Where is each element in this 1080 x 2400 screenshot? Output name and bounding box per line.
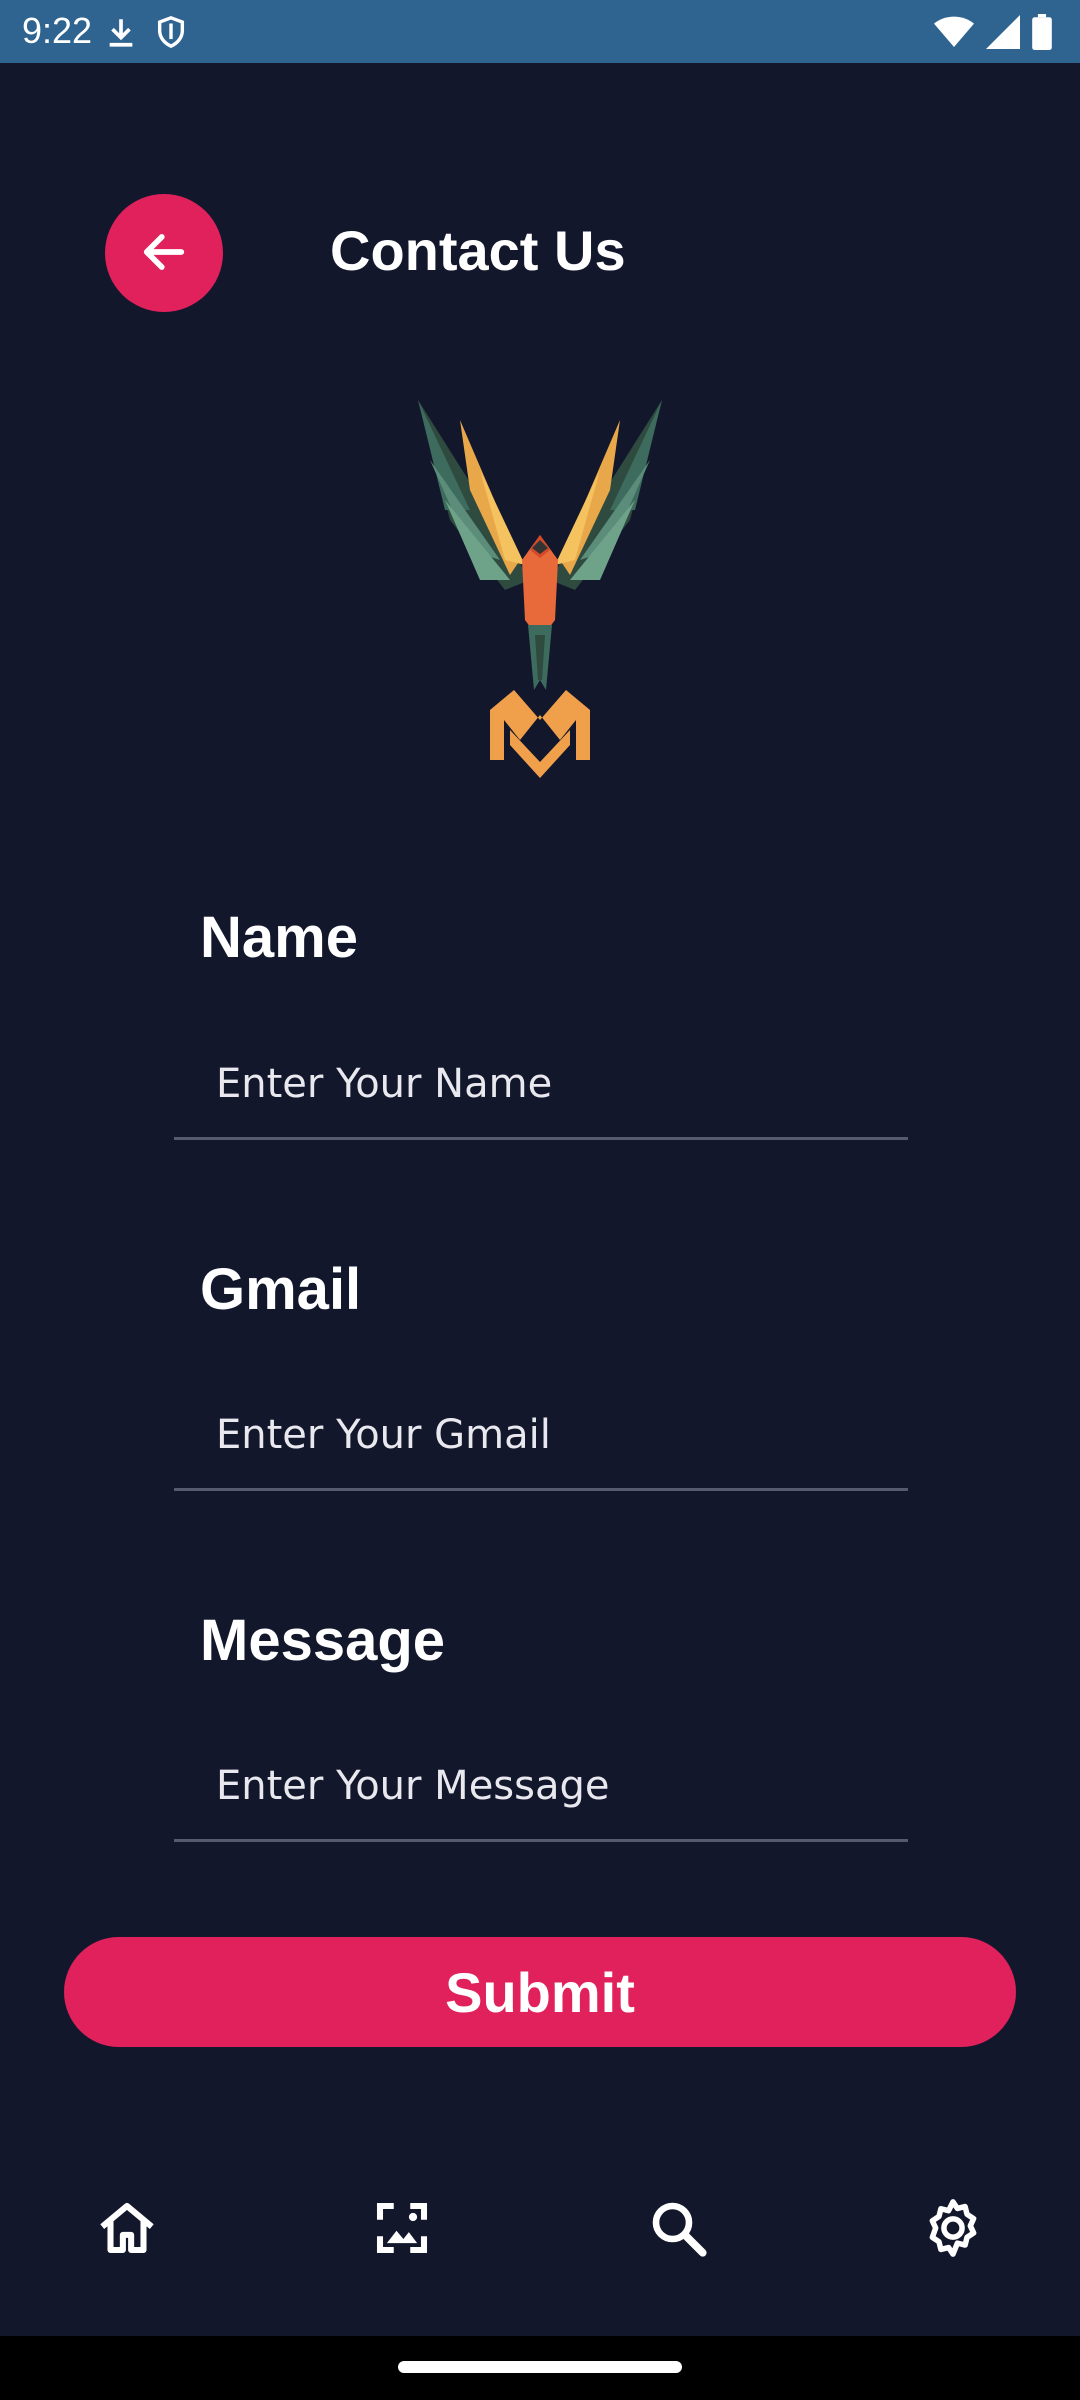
status-time: 9:22 — [22, 10, 93, 51]
nav-settings[interactable] — [903, 2180, 1003, 2280]
shield-icon — [154, 14, 188, 55]
gallery-icon — [369, 2195, 435, 2266]
contact-us-screen: 9:22 Contact Us Name Enter Your Name Gma… — [0, 0, 1080, 2400]
message-input[interactable] — [174, 1732, 908, 1842]
submit-button[interactable]: Submit — [64, 1937, 1016, 2047]
bottom-nav — [0, 2180, 1080, 2336]
wifi-icon — [934, 15, 974, 54]
name-label: Name — [200, 905, 358, 970]
nav-home[interactable] — [77, 2180, 177, 2280]
search-icon — [645, 2195, 711, 2266]
back-button[interactable] — [105, 194, 223, 312]
arrow-left-icon — [138, 226, 190, 281]
nav-gallery[interactable] — [352, 2180, 452, 2280]
app-logo — [410, 390, 670, 780]
settings-icon — [920, 2195, 986, 2266]
nav-search[interactable] — [628, 2180, 728, 2280]
download-icon — [104, 14, 138, 55]
page-title: Contact Us — [330, 219, 626, 282]
status-bar: 9:22 — [0, 0, 1080, 63]
name-input[interactable] — [174, 1030, 908, 1140]
battery-icon — [1032, 14, 1052, 55]
home-gesture-handle[interactable] — [398, 2361, 682, 2373]
message-label: Message — [200, 1608, 446, 1673]
home-icon — [94, 2195, 160, 2266]
gmail-input[interactable] — [174, 1381, 908, 1491]
gmail-label: Gmail — [200, 1257, 362, 1322]
signal-icon — [986, 15, 1020, 54]
